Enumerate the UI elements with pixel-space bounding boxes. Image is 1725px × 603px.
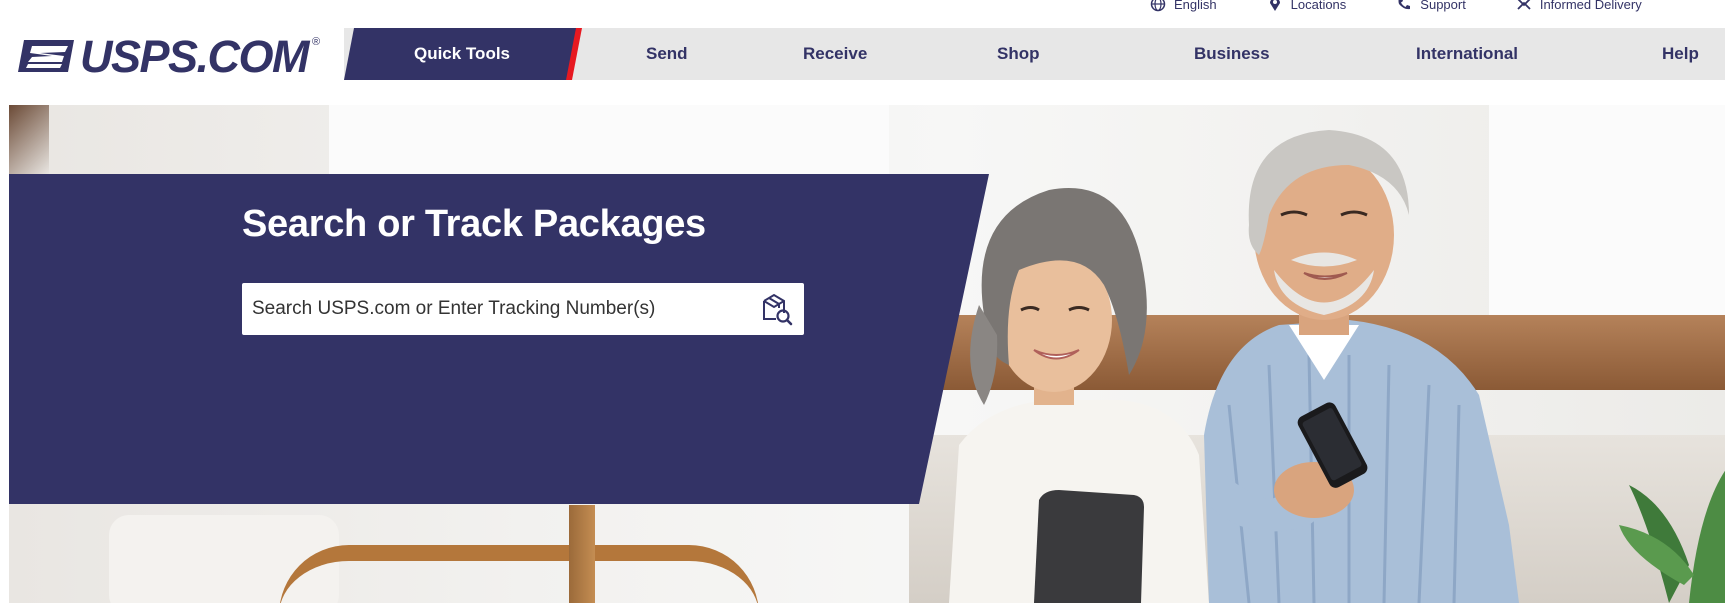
informed-delivery-label: Informed Delivery	[1539, 0, 1642, 12]
nav-quick-tools[interactable]: Quick Tools	[344, 28, 580, 80]
hero-banner: Search or Track Packages	[9, 105, 1725, 603]
nav-receive-label: Receive	[803, 44, 868, 63]
search-button[interactable]	[748, 283, 804, 335]
nav-business[interactable]: Business	[1194, 28, 1270, 80]
language-link[interactable]: English	[1150, 0, 1217, 12]
nav-international[interactable]: International	[1416, 28, 1518, 80]
logo-text: USPS.COM	[80, 30, 310, 82]
hero-chair-rail	[279, 545, 759, 603]
hero-corner-shade	[9, 105, 49, 175]
informed-delivery-link[interactable]: Informed Delivery	[1516, 0, 1642, 12]
search-box	[242, 283, 804, 335]
registered-mark: ®	[312, 36, 321, 48]
language-label: English	[1174, 0, 1217, 12]
usps-home-page: English Locations Support Informed Deliv…	[0, 0, 1725, 603]
phone-icon	[1398, 0, 1411, 10]
usps-logo[interactable]: USPS.COM ®	[18, 30, 322, 82]
main-nav: Quick Tools Send Receive Shop Business I…	[344, 28, 1725, 80]
package-search-icon	[763, 293, 793, 326]
utility-bar: English Locations Support Informed Deliv…	[1150, 0, 1642, 15]
usps-eagle-icon	[18, 40, 74, 72]
hero-chair-post	[569, 505, 595, 603]
nav-shop[interactable]: Shop	[997, 28, 1040, 80]
globe-icon	[1150, 0, 1166, 12]
nav-international-label: International	[1416, 44, 1519, 63]
nav-send[interactable]: Send	[646, 28, 688, 80]
location-pin-icon	[1269, 0, 1280, 11]
locations-label: Locations	[1290, 0, 1347, 12]
search-input[interactable]	[242, 283, 748, 335]
nav-quick-tools-label: Quick Tools	[413, 44, 511, 63]
support-link[interactable]: Support	[1396, 0, 1466, 12]
hero-people-image	[949, 130, 1725, 603]
nav-business-label: Business	[1194, 44, 1270, 63]
nav-help[interactable]: Help	[1662, 28, 1699, 80]
locations-link[interactable]: Locations	[1267, 0, 1347, 12]
nav-shop-label: Shop	[997, 44, 1040, 63]
search-title: Search or Track Packages	[242, 203, 706, 245]
nav-help-label: Help	[1662, 44, 1699, 63]
informed-delivery-icon	[1517, 0, 1531, 10]
nav-receive[interactable]: Receive	[803, 28, 867, 80]
support-label: Support	[1420, 0, 1466, 12]
nav-send-label: Send	[646, 44, 688, 63]
